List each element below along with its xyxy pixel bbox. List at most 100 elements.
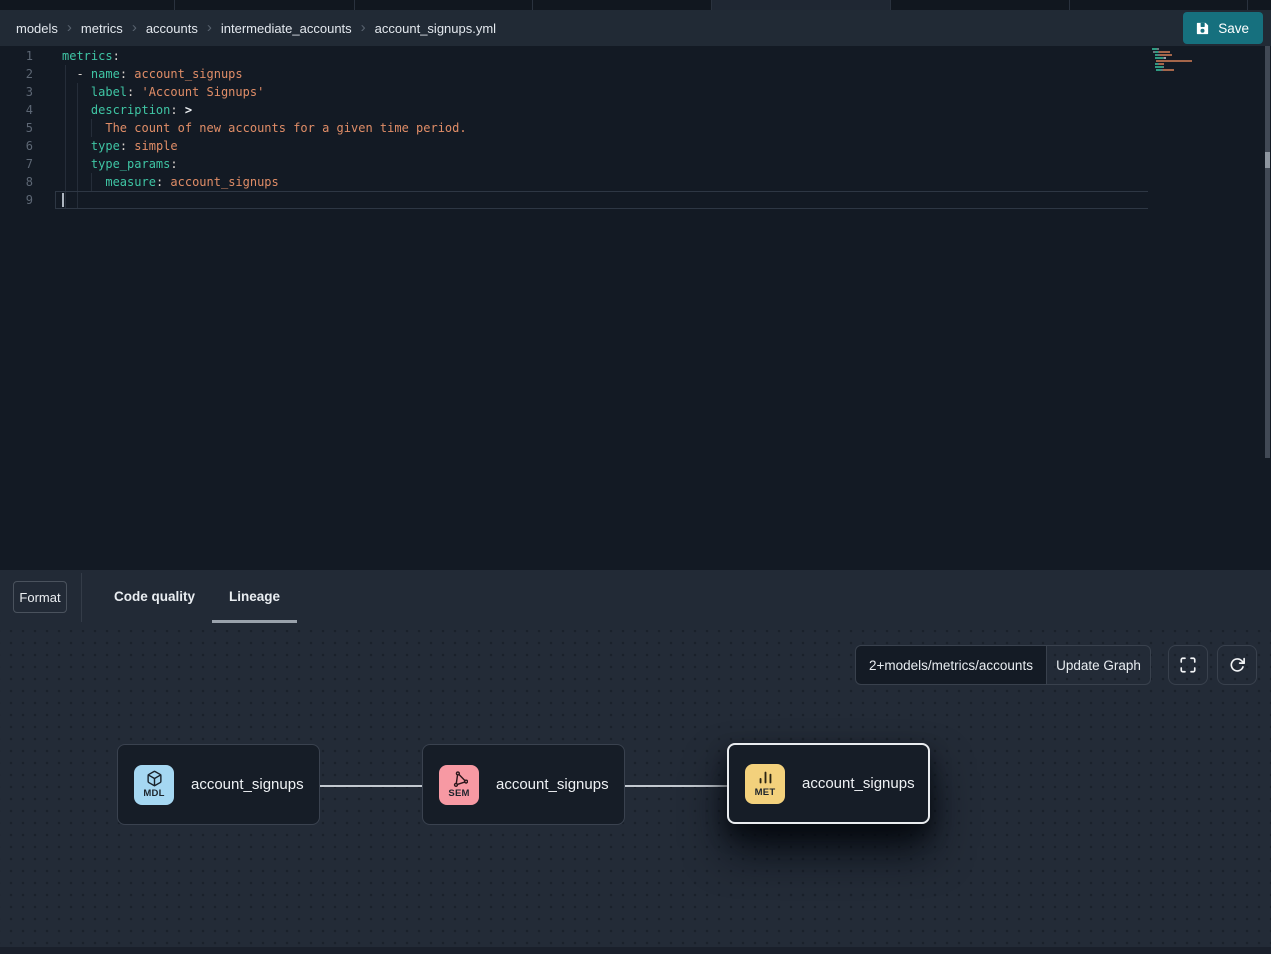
node-label: account_signups	[191, 776, 304, 793]
lineage-edge	[625, 785, 727, 787]
app-root: models › metrics › accounts › intermediate_acc…	[0, 0, 1271, 954]
breadcrumb-item[interactable]: metrics	[81, 21, 123, 36]
window-tab[interactable]	[355, 0, 533, 10]
line-number: 2	[0, 65, 40, 83]
code-token: account_signups	[170, 175, 278, 189]
selector-input[interactable]	[855, 645, 1047, 685]
fullscreen-button[interactable]	[1168, 645, 1208, 685]
code-token: :	[120, 67, 134, 81]
node-badge-label: MET	[755, 787, 776, 798]
code-line: description: >	[62, 101, 467, 119]
line-number: 3	[0, 83, 40, 101]
code-token: :	[113, 49, 120, 63]
minimap-row	[1152, 72, 1210, 74]
lineage-edge	[320, 785, 422, 787]
code-line: measure: account_signups	[62, 173, 467, 191]
line-number: 8	[0, 173, 40, 191]
node-label: account_signups	[496, 776, 609, 793]
line-number: 9	[0, 191, 40, 209]
code-line: label: 'Account Signups'	[62, 83, 467, 101]
line-number: 1	[0, 47, 40, 65]
code-token	[62, 157, 91, 171]
breadcrumb-item[interactable]: models	[16, 21, 58, 36]
bottom-panel: Format Code qualityLineage Update Graph	[0, 570, 1271, 954]
code-token: label	[91, 85, 127, 99]
window-tab[interactable]	[0, 0, 175, 10]
code-token: type	[91, 139, 120, 153]
code-line	[62, 191, 467, 209]
window-tab[interactable]	[1070, 0, 1248, 10]
code-token: :	[170, 103, 184, 117]
code-token	[62, 139, 91, 153]
format-button[interactable]: Format	[13, 581, 67, 613]
breadcrumb-separator-icon: ›	[67, 20, 72, 37]
window-tab[interactable]	[712, 0, 891, 10]
editor-scrollbar-handle[interactable]	[1265, 152, 1270, 168]
panel-tab-code-quality[interactable]: Code quality	[97, 570, 212, 622]
code-token: -	[76, 67, 90, 81]
line-number: 6	[0, 137, 40, 155]
code-token: >	[185, 103, 192, 117]
code-token: The count of new accounts for a given ti…	[105, 121, 466, 135]
code-line: The count of new accounts for a given ti…	[62, 119, 467, 137]
window-tab[interactable]	[175, 0, 355, 10]
code-token: measure	[105, 175, 156, 189]
code-line: type: simple	[62, 137, 467, 155]
code-token: simple	[134, 139, 177, 153]
refresh-button[interactable]	[1217, 645, 1257, 685]
code-token: :	[156, 175, 170, 189]
lineage-node-mdl[interactable]: MDL account_signups	[117, 744, 320, 825]
line-number-gutter: 123456789	[0, 47, 40, 209]
breadcrumb-bar: models › metrics › accounts › intermediate_acc…	[0, 10, 1271, 46]
window-tab-strip	[0, 0, 1271, 10]
node-badge-label: SEM	[448, 788, 469, 799]
save-button[interactable]: Save	[1183, 12, 1263, 44]
node-badge-mdl: MDL	[134, 765, 174, 805]
lineage-canvas[interactable]: Update Graph	[0, 630, 1271, 947]
bar-chart-icon	[757, 769, 774, 786]
fullscreen-icon	[1179, 656, 1197, 674]
refresh-icon	[1228, 656, 1246, 674]
code-line: metrics:	[62, 47, 467, 65]
code-editor[interactable]: 123456789 metrics: - name: account_signu…	[0, 46, 1271, 570]
code-token: :	[170, 157, 177, 171]
code-content[interactable]: metrics: - name: account_signups label: …	[62, 47, 467, 209]
minimap[interactable]	[1152, 48, 1210, 75]
minimap-row	[1152, 57, 1210, 59]
code-token: 'Account Signups'	[141, 85, 264, 99]
lineage-node-met[interactable]: METaccount_signups	[727, 743, 930, 824]
breadcrumb-item[interactable]: intermediate_accounts	[221, 21, 352, 36]
code-token	[62, 85, 91, 99]
window-tab[interactable]	[891, 0, 1070, 10]
update-graph-button[interactable]: Update Graph	[1047, 645, 1151, 685]
minimap-row	[1152, 63, 1210, 65]
node-badge-sem: SEM	[439, 765, 479, 805]
minimap-row	[1152, 66, 1210, 68]
breadcrumb-item[interactable]: accounts	[146, 21, 198, 36]
line-number: 7	[0, 155, 40, 173]
code-token	[62, 67, 76, 81]
code-token: :	[127, 85, 141, 99]
minimap-row	[1152, 54, 1210, 56]
code-token	[62, 175, 105, 189]
window-tab[interactable]	[533, 0, 712, 10]
code-token: :	[120, 139, 134, 153]
cube-icon	[146, 770, 163, 787]
lineage-controls: Update Graph	[855, 645, 1257, 685]
save-label: Save	[1218, 21, 1249, 36]
breadcrumb-separator-icon: ›	[207, 20, 212, 37]
code-token: account_signups	[134, 67, 242, 81]
editor-scrollbar-track[interactable]	[1265, 46, 1270, 458]
code-token	[62, 121, 105, 135]
minimap-row	[1152, 51, 1210, 53]
code-line: type_params:	[62, 155, 467, 173]
panel-tab-lineage[interactable]: Lineage	[212, 570, 297, 622]
breadcrumb: models › metrics › accounts › intermediate_acc…	[16, 20, 496, 37]
breadcrumb-item[interactable]: account_signups.yml	[375, 21, 496, 36]
code-token: name	[91, 67, 120, 81]
panel-bottom-strip	[0, 947, 1271, 954]
window-tab-filler	[1248, 0, 1271, 10]
breadcrumb-separator-icon: ›	[132, 20, 137, 37]
code-token	[62, 103, 91, 117]
lineage-node-sem[interactable]: SEM account_signups	[422, 744, 625, 825]
